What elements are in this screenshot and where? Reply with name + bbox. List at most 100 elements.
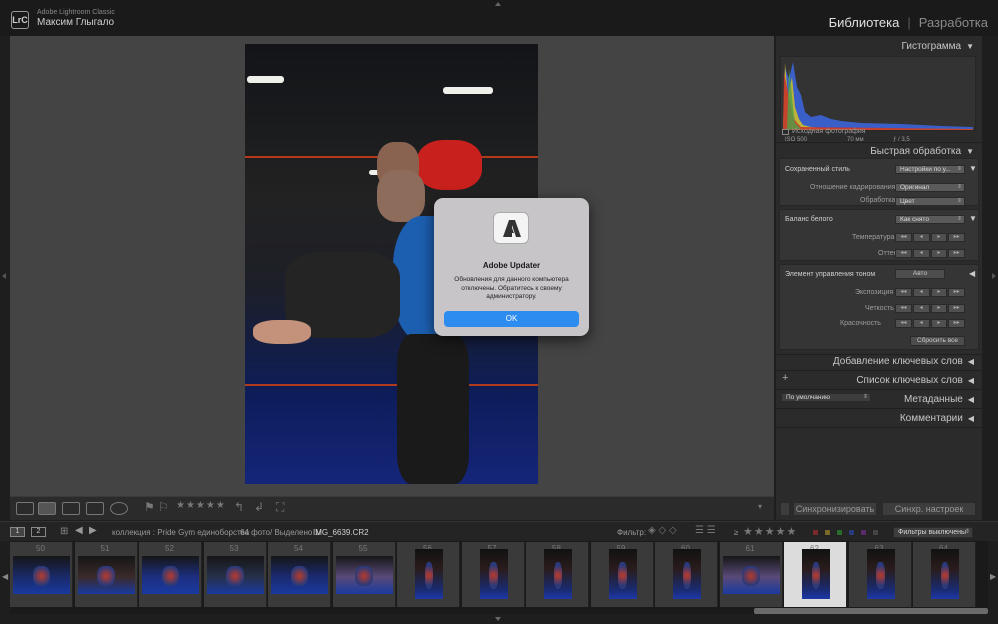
rating-stars[interactable]: ★★★★★ <box>176 500 226 511</box>
ceiling-light <box>247 76 284 83</box>
add-keyword-icon[interactable]: + <box>782 372 788 384</box>
left-panel-toggle-icon[interactable] <box>2 273 6 279</box>
filter-presets-dropdown[interactable]: Фильтры выключены <box>893 527 973 538</box>
flag-icon[interactable]: ⚑ <box>144 500 155 514</box>
filmstrip-frame[interactable]: 57 <box>461 542 525 607</box>
white-balance-dropdown[interactable]: Как снято <box>895 215 965 224</box>
keywording-title: Добавление ключевых слов <box>832 356 963 367</box>
loupe-view-icon[interactable] <box>38 502 56 515</box>
filmstrip-frame[interactable]: 50 <box>10 542 73 607</box>
frame-number: 55 <box>358 544 368 553</box>
screen-2-button[interactable]: 2 <box>31 527 46 537</box>
original-photo-checkbox[interactable] <box>782 129 789 135</box>
reject-flag-icon[interactable]: ⚐ <box>158 500 169 514</box>
back-arrow-icon[interactable]: ◀ <box>75 525 83 536</box>
adobe-updater-dialog: Adobe Updater Обновления для данного ком… <box>434 198 589 336</box>
histogram-header[interactable]: Гистограмма ▼ <box>902 41 974 52</box>
keyword-list-title: Список ключевых слов <box>856 375 963 386</box>
crop-overlay-icon[interactable]: ⛶ <box>276 500 284 515</box>
comments-header[interactable]: Комментарии ◀ <box>900 413 974 424</box>
keyword-list-header[interactable]: Список ключевых слов ◀ <box>856 375 974 386</box>
filmstrip-scrollbar[interactable] <box>754 608 988 614</box>
forward-arrow-icon[interactable]: ▶ <box>89 525 97 536</box>
module-develop[interactable]: Разработка <box>919 15 988 30</box>
color-filter-yellow[interactable] <box>824 529 831 536</box>
bottom-panel-toggle-icon[interactable] <box>495 617 501 621</box>
filmstrip-frame[interactable]: 51 <box>74 542 138 607</box>
filmstrip-frame[interactable]: 58 <box>526 542 589 607</box>
color-filter-red[interactable] <box>812 529 819 536</box>
thumbnail-subject <box>742 565 760 587</box>
flag-filter-icon[interactable]: ◈ ◇ ◇ <box>648 525 677 536</box>
thumbnail-subject <box>226 565 244 587</box>
thumbnail-subject <box>553 561 563 589</box>
auto-tone-button[interactable]: Авто <box>895 269 945 279</box>
top-panel-toggle-icon[interactable] <box>495 2 501 6</box>
sync-toggle[interactable] <box>780 502 790 516</box>
saved-preset-dropdown[interactable]: Настройки по у... <box>895 165 965 174</box>
filmstrip-frame[interactable]: 54 <box>268 542 331 607</box>
filmstrip-frame[interactable]: 52 <box>139 542 202 607</box>
photo-thumbnail <box>479 549 508 599</box>
module-separator: | <box>907 15 911 30</box>
rating-ge-symbol: ≥ <box>734 528 739 537</box>
viewer-toolbar: ⚑ ⚐ ★★★★★ ↰ ↲ ⛶ ▾ <box>10 496 774 520</box>
clarity-stepper[interactable]: ◂◂ ◂ ▸ ▸▸ <box>895 304 965 313</box>
toolbar-menu-icon[interactable]: ▾ <box>758 502 762 511</box>
photo-count: 64 фото/ Выделено 1/ <box>240 528 322 537</box>
filmstrip-scroll-right-icon[interactable]: ▶ <box>990 572 996 581</box>
collapse-icon[interactable]: ▼ <box>969 164 977 173</box>
photo-thumbnail <box>335 556 393 594</box>
thumbnail-subject <box>161 565 180 587</box>
filmstrip-frame[interactable]: 62 <box>784 542 847 607</box>
color-filter-green[interactable] <box>836 529 843 536</box>
survey-view-icon[interactable] <box>86 502 104 515</box>
filmstrip-frame[interactable]: 59 <box>590 542 654 607</box>
sync-button[interactable]: Синхронизировать <box>793 502 877 516</box>
current-filename[interactable]: IMG_6639.CR2 <box>313 528 369 537</box>
filmstrip-frame[interactable]: 63 <box>848 542 912 607</box>
metadata-preset-dropdown[interactable]: По умолчанию <box>781 393 871 402</box>
source-label[interactable]: коллекция : Pride Gym единоборства <box>112 528 249 537</box>
color-filter-purple[interactable] <box>860 529 867 536</box>
vibrance-stepper[interactable]: ◂◂ ◂ ▸ ▸▸ <box>895 319 965 328</box>
color-filter-none[interactable] <box>872 529 879 536</box>
reset-all-button[interactable]: Сбросить все <box>910 336 965 346</box>
rating-filter-stars[interactable]: ★★★★★ <box>743 525 797 538</box>
rotate-right-icon[interactable]: ↲ <box>254 500 264 514</box>
filmstrip-frame[interactable]: 60 <box>655 542 718 607</box>
ok-button[interactable]: OK <box>444 311 579 327</box>
temperature-stepper[interactable]: ◂◂ ◂ ▸ ▸▸ <box>895 233 965 242</box>
quick-develop-header[interactable]: Быстрая обработка ▼ <box>870 146 974 157</box>
crop-ratio-dropdown[interactable]: Оригинал <box>895 183 965 192</box>
keywording-header[interactable]: Добавление ключевых слов ◀ <box>833 356 974 367</box>
filmstrip-frame[interactable]: 61 <box>719 542 783 607</box>
collapse-icon: ▼ <box>966 147 974 156</box>
ceiling-light <box>443 87 493 94</box>
expand-icon: ◀ <box>967 395 974 404</box>
collapse-icon[interactable]: ▼ <box>969 214 977 223</box>
expand-icon[interactable]: ◀ <box>969 269 975 278</box>
grid-icon[interactable]: ⊞ <box>60 526 68 537</box>
treatment-dropdown[interactable]: Цвет <box>895 197 965 206</box>
exposure-stepper[interactable]: ◂◂ ◂ ▸ ▸▸ <box>895 288 965 297</box>
filmstrip-frame[interactable]: 55 <box>332 542 396 607</box>
sync-settings-button[interactable]: Синхр. настроек <box>882 502 976 516</box>
right-panel-toggle-icon[interactable] <box>992 273 996 279</box>
metadata-header[interactable]: Метаданные ◀ <box>904 394 974 405</box>
thumbnail-subject <box>618 561 627 589</box>
color-filter-blue[interactable] <box>848 529 855 536</box>
edit-filter-icon[interactable]: ☰ ☰ <box>695 525 716 536</box>
photo-thumbnail <box>866 549 895 599</box>
filmstrip-frame[interactable]: 64 <box>913 542 976 607</box>
tint-stepper[interactable]: ◂◂ ◂ ▸ ▸▸ <box>895 249 965 258</box>
compare-view-icon[interactable] <box>62 502 80 515</box>
people-view-icon[interactable] <box>110 502 128 515</box>
filmstrip-frame[interactable]: 56 <box>397 542 460 607</box>
filmstrip-frame[interactable]: 53 <box>203 542 267 607</box>
module-library[interactable]: Библиотека <box>829 15 900 30</box>
grid-view-icon[interactable] <box>16 502 34 515</box>
rotate-left-icon[interactable]: ↰ <box>234 500 244 514</box>
screen-1-button[interactable]: 1 <box>10 527 25 537</box>
filmstrip-scroll-left-icon[interactable]: ◀ <box>2 572 8 581</box>
